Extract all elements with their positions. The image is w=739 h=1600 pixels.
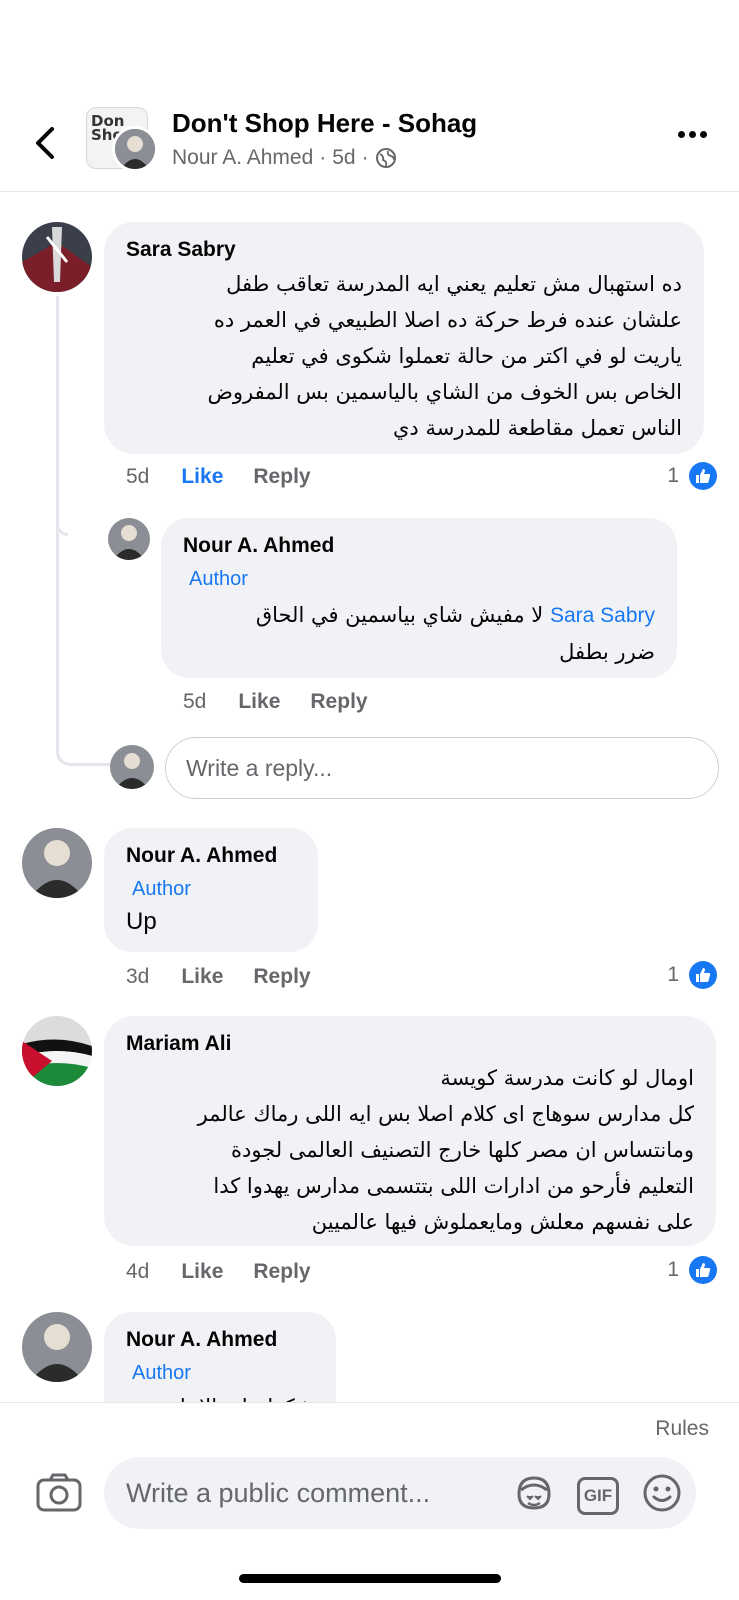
comment-time[interactable]: 5d xyxy=(183,690,206,714)
camera-icon xyxy=(36,1473,82,1512)
post-time[interactable]: 5d xyxy=(332,146,355,170)
commenter-name[interactable]: Nour A. Ahmed xyxy=(126,1328,314,1352)
smiley-icon xyxy=(643,1474,681,1512)
comment-time[interactable]: 4d xyxy=(126,1260,149,1284)
dot-icon xyxy=(678,131,685,138)
post-author[interactable]: Nour A. Ahmed xyxy=(172,146,313,170)
avatar[interactable] xyxy=(108,518,150,560)
comment-bubble[interactable]: Nour A. Ahmed Author Sara Sabry لا مفيش … xyxy=(161,518,677,678)
author-avatar[interactable] xyxy=(112,126,158,172)
mention-link[interactable]: Sara Sabry xyxy=(550,604,655,627)
comment-text: اومال لو كانت مدرسة كويسة كل مدارس سوهاج… xyxy=(197,1066,694,1234)
reply-input[interactable]: Write a reply... xyxy=(165,737,719,799)
like-button[interactable]: Like xyxy=(181,465,223,489)
like-button[interactable]: Like xyxy=(181,965,223,989)
avatar[interactable] xyxy=(22,828,92,898)
like-reaction-icon xyxy=(689,1256,717,1284)
avatar-sticker-icon xyxy=(517,1476,551,1510)
commenter-name[interactable]: Nour A. Ahmed xyxy=(126,844,296,868)
dot-icon xyxy=(689,131,696,138)
comment-text: ده استهبال مش تعليم يعني ايه المدرسة تعا… xyxy=(207,272,682,440)
comment-actions: 5d Like Reply xyxy=(183,690,368,714)
avatar[interactable] xyxy=(22,222,92,292)
gif-button[interactable]: GIF xyxy=(577,1476,619,1515)
thread-connector xyxy=(56,296,68,536)
separator: · xyxy=(319,146,327,169)
post-meta: Nour A. Ahmed · 5d · xyxy=(172,146,397,170)
avatar-sticker-button[interactable] xyxy=(513,1472,555,1519)
author-badge: Author xyxy=(183,564,254,595)
reply-button[interactable]: Reply xyxy=(253,465,310,489)
my-avatar xyxy=(110,745,154,789)
camera-button[interactable] xyxy=(36,1472,82,1517)
group-title[interactable]: Don't Shop Here - Sohag xyxy=(172,108,477,139)
comment-bubble[interactable]: Sara Sabry ده استهبال مش تعليم يعني ايه … xyxy=(104,222,704,454)
avatar[interactable] xyxy=(22,1312,92,1382)
commenter-name[interactable]: Nour A. Ahmed xyxy=(183,534,655,558)
reaction-count[interactable]: 1 xyxy=(667,1256,717,1284)
composer-icons: GIF xyxy=(513,1472,683,1519)
reply-button[interactable]: Reply xyxy=(310,690,367,714)
reaction-count[interactable]: 1 xyxy=(667,462,717,490)
comment-bubble[interactable]: Mariam Ali اومال لو كانت مدرسة كويسة كل … xyxy=(104,1016,716,1246)
comment-actions: 5d Like Reply xyxy=(126,465,311,489)
like-reaction-icon xyxy=(689,961,717,989)
thread-connector xyxy=(56,520,110,766)
reply-button[interactable]: Reply xyxy=(253,1260,310,1284)
comment-time[interactable]: 5d xyxy=(126,465,149,489)
separator: · xyxy=(361,146,369,169)
commenter-name[interactable]: Sara Sabry xyxy=(126,238,682,262)
globe-icon xyxy=(375,148,396,168)
comment-actions: 3d Like Reply xyxy=(126,965,311,989)
rules-link[interactable]: Rules xyxy=(655,1417,709,1441)
author-badge: Author xyxy=(126,874,197,905)
commenter-name[interactable]: Mariam Ali xyxy=(126,1032,694,1056)
more-options-button[interactable] xyxy=(678,131,707,138)
emoji-button[interactable] xyxy=(641,1472,683,1519)
dot-icon xyxy=(700,131,707,138)
comment-time[interactable]: 3d xyxy=(126,965,149,989)
back-button[interactable] xyxy=(28,120,62,166)
comment-text: Sara Sabry لا مفيش شاي بياسمين في الحاق … xyxy=(255,603,655,664)
comment-actions: 4d Like Reply xyxy=(126,1260,311,1284)
like-reaction-icon xyxy=(689,462,717,490)
reaction-count[interactable]: 1 xyxy=(667,961,717,989)
comment-bubble[interactable]: Nour A. Ahmed Author Up xyxy=(104,828,318,952)
chevron-left-icon xyxy=(36,127,54,159)
author-badge: Author xyxy=(126,1358,197,1389)
like-button[interactable]: Like xyxy=(238,690,280,714)
avatar[interactable] xyxy=(22,1016,92,1086)
comment-text: Up xyxy=(126,908,157,935)
like-button[interactable]: Like xyxy=(181,1260,223,1284)
home-indicator[interactable] xyxy=(239,1574,501,1583)
post-header: Don Shop Don't Shop Here - Sohag Nour A.… xyxy=(0,0,739,192)
reply-button[interactable]: Reply xyxy=(253,965,310,989)
